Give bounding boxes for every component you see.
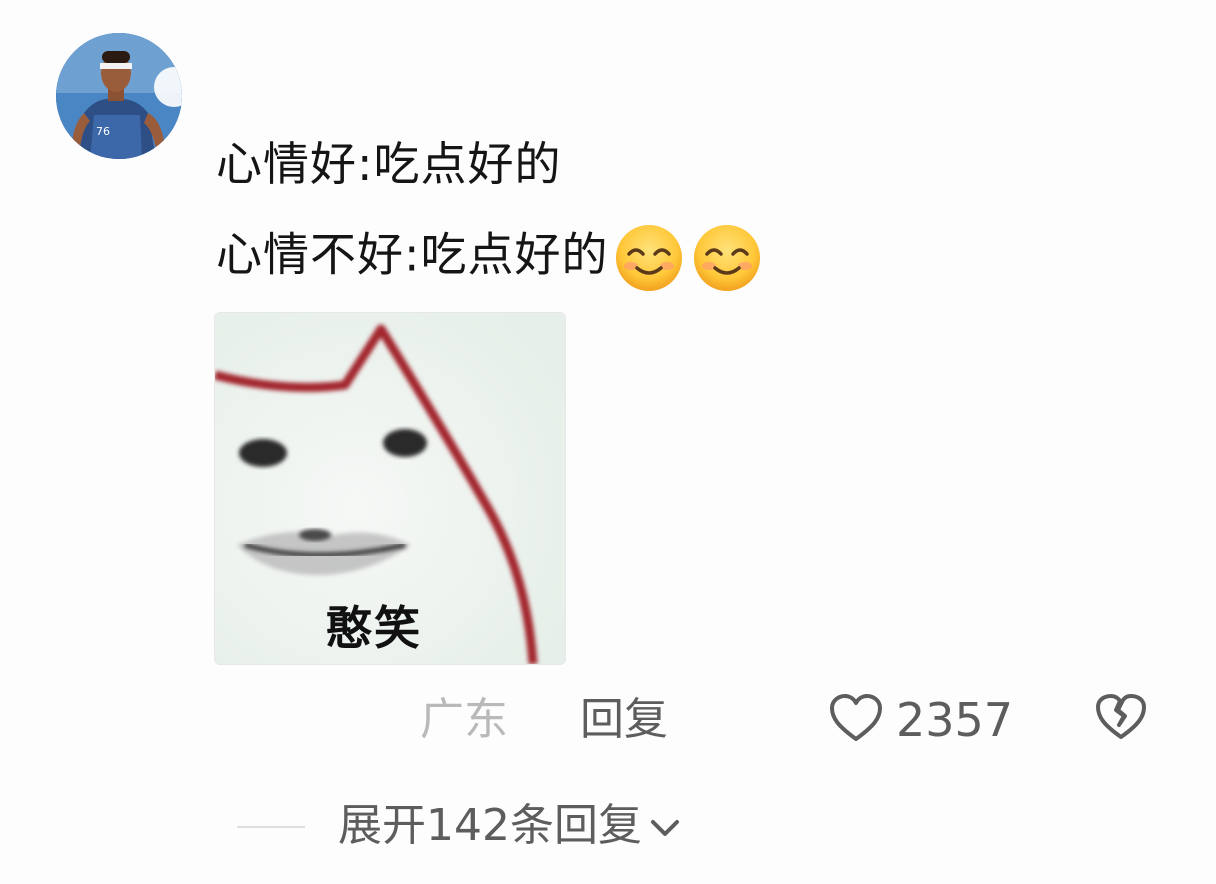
broken-heart-icon[interactable]	[1094, 692, 1148, 742]
chevron-down-icon	[650, 820, 679, 836]
comment-text-line-2: 心情不好:吃点好的	[216, 222, 769, 294]
comment-text-line-2-text: 心情不好:吃点好的	[216, 227, 609, 282]
smiling-face-icon	[693, 225, 760, 291]
svg-text:76: 76	[96, 125, 110, 138]
smiling-face-icon	[615, 225, 682, 291]
sticker-caption: 憨笑	[326, 601, 422, 655]
comment-location: 广东	[420, 694, 508, 745]
comment-card: 76 心情好:吃点好的 心情不好:吃点好的 憨笑 广东 回复 2357 展开14…	[0, 0, 1216, 884]
avatar-image: 76	[56, 33, 182, 159]
heart-outline-icon[interactable]	[828, 692, 884, 744]
user-avatar[interactable]: 76	[56, 33, 182, 159]
expand-replies-button[interactable]: 展开142条回复	[338, 796, 682, 856]
like-count: 2357	[896, 693, 1014, 747]
replies-divider	[237, 826, 305, 828]
expand-replies-label: 展开142条回复	[338, 800, 642, 851]
comment-text-line-1: 心情好:吃点好的	[216, 137, 562, 191]
reply-button[interactable]: 回复	[580, 690, 668, 750]
emoji-group	[613, 222, 769, 294]
